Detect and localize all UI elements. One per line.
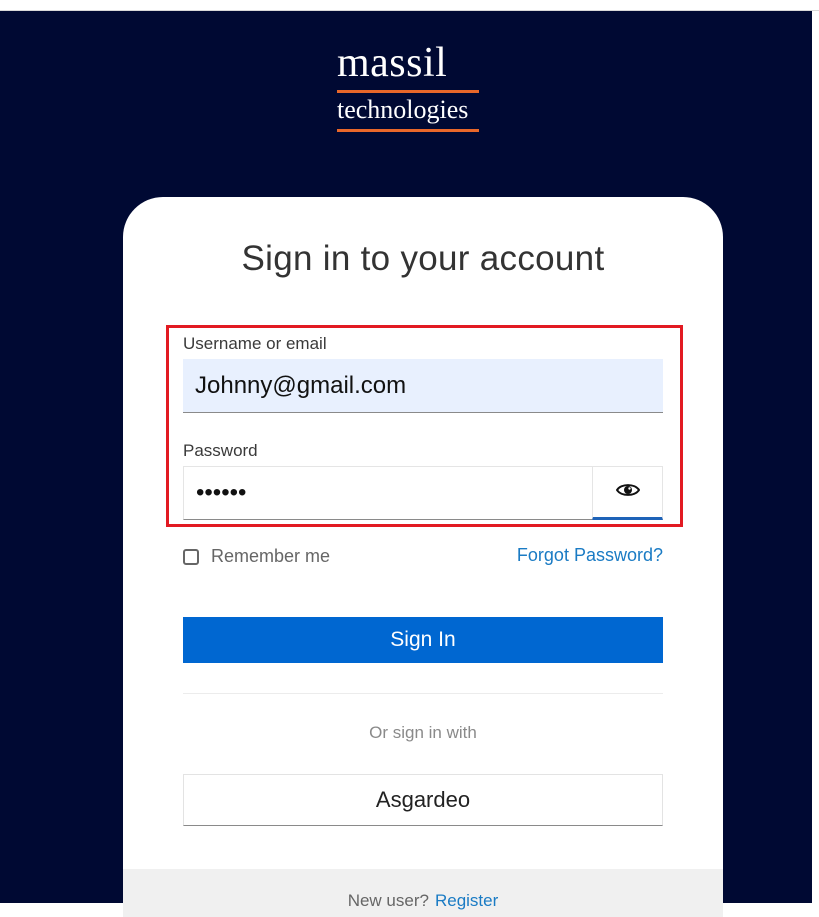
register-link[interactable]: Register [435,891,498,910]
username-input[interactable] [183,359,663,413]
asgardeo-button[interactable]: Asgardeo [183,774,663,826]
password-input[interactable] [183,466,593,520]
new-user-label: New user? [347,891,429,910]
register-footer: New user? Register [123,869,723,917]
company-logo: massil technologies [337,40,479,132]
page-title: Sign in to your account [241,239,605,278]
window-right-edge [812,11,819,905]
or-sign-in-with-label: Or sign in with [369,723,477,742]
eye-icon [615,482,640,503]
login-card: Sign in to your account Username or emai… [123,197,723,917]
footer-text: New user? Register [123,891,723,911]
show-password-button[interactable] [592,466,663,520]
remember-me-label: Remember me [211,546,331,566]
username-label: Username or email [183,334,327,353]
forgot-password-link[interactable]: Forgot Password? [515,545,663,566]
password-label: Password [183,441,258,460]
sign-in-button[interactable]: Sign In [183,617,663,663]
logo-name: massil [337,40,479,93]
browser-top-strip [0,0,819,11]
divider [183,693,663,694]
remember-me[interactable]: Remember me [183,546,330,567]
logo-subtitle: technologies [337,93,479,132]
remember-me-checkbox[interactable] [183,548,199,565]
